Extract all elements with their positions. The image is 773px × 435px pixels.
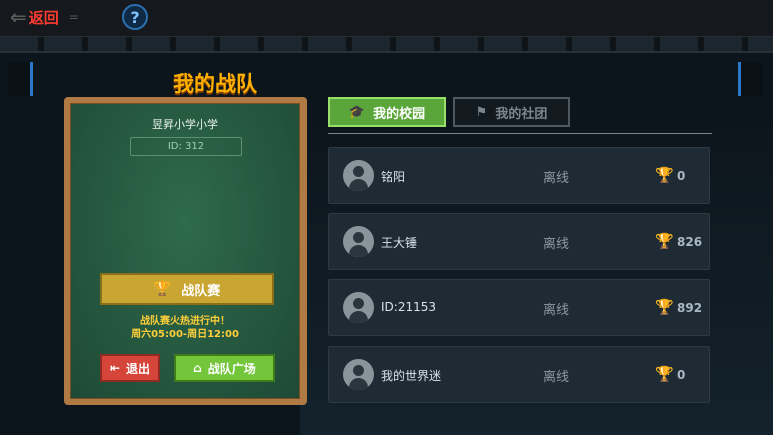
member-status: 离线 [543,237,570,252]
member-name: 王大锤 [381,236,418,250]
trophy-icon: 🏆 [655,232,674,250]
member-row[interactable]: 王大锤 离线 🏆 826 [328,213,710,270]
exit-button[interactable]: ⇤ 退出 [100,354,160,382]
team-plaza-label: 战队广场 [207,361,256,376]
school-name: 昱昇小学小学 [152,118,218,131]
avatar [343,292,374,323]
graduation-cap-icon: 🎓 [348,104,366,120]
stage-lamp-left-icon [8,62,33,96]
flag-icon: ⚑ [475,104,488,120]
back-button[interactable]: ⇐ 返回 = [10,5,79,29]
member-name: ID:21153 [381,300,436,314]
match-notice: 战队赛火热进行中！ 周六05:00-周日12:00 [71,315,299,341]
team-id: ID: 312 [130,137,242,156]
exit-icon: ⇤ [109,361,121,375]
member-row[interactable]: 铭阳 离线 🏆 0 [328,147,710,204]
chalkboard: 昱昇小学小学 ID: 312 🏆 战队赛 战队赛火热进行中！ 周六05:00-周… [70,103,300,399]
member-row[interactable]: 我的世界迷 离线 🏆 0 [328,346,710,403]
tab-divider [328,133,712,134]
member-status: 离线 [543,171,570,186]
member-name: 铭阳 [381,170,406,184]
avatar [343,160,374,191]
member-score: 0 [677,368,686,382]
member-row[interactable]: ID:21153 离线 🏆 892 [328,279,710,336]
member-score: 826 [677,235,703,249]
back-arrow-icon: ⇐ [10,5,27,29]
member-status: 离线 [543,370,570,385]
tab-my-club[interactable]: ⚑ 我的社团 [453,97,570,127]
match-notice-line1: 战队赛火热进行中！ [140,316,230,327]
board-title: 我的战队 [173,72,257,96]
help-button[interactable]: ? [122,4,148,30]
member-name: 我的世界迷 [381,369,442,383]
home-icon: ⌂ [193,361,202,375]
top-bar: ⇐ 返回 = ? [0,0,773,37]
stage-lamp-right-icon [738,62,763,96]
exit-label: 退出 [126,361,151,376]
tab-my-campus[interactable]: 🎓 我的校园 [328,97,446,127]
team-plaza-button[interactable]: ⌂ 战队广场 [174,354,275,382]
trophy-icon: 🏆 [655,298,674,316]
avatar [343,359,374,390]
stage-rail [0,37,773,53]
member-score: 892 [677,301,703,315]
avatar [343,226,374,257]
menu-mark: = [68,10,79,24]
team-match-label: 战队赛 [181,283,221,299]
back-label: 返回 [28,8,59,27]
trophy-icon: 🏆 [655,166,674,184]
tab-my-club-label: 我的社团 [495,106,548,122]
member-score: 0 [677,169,686,183]
match-notice-line2: 周六05:00-周日12:00 [131,329,239,340]
trophy-icon: 🏆 [655,365,674,383]
tab-my-campus-label: 我的校园 [373,106,426,122]
trophy-icon: 🏆 [153,281,172,297]
team-match-button[interactable]: 🏆 战队赛 [100,273,274,305]
member-status: 离线 [543,303,570,318]
